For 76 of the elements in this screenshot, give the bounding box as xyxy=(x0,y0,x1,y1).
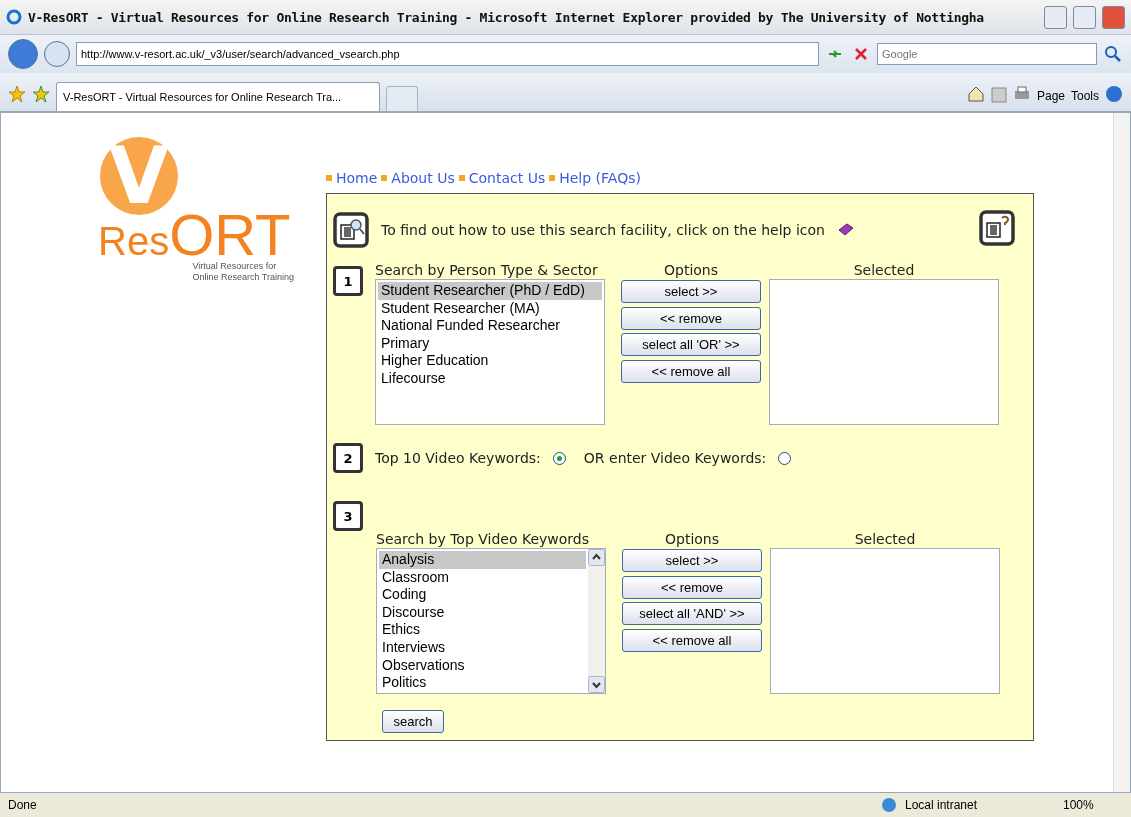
nav-link[interactable]: Contact Us xyxy=(468,170,546,186)
add-favorite-icon[interactable] xyxy=(32,85,50,103)
zoom-level[interactable]: 100% xyxy=(1063,798,1123,812)
logo-mark: V xyxy=(100,137,178,215)
nav-bullet xyxy=(549,175,556,181)
nav-link[interactable]: About Us xyxy=(391,170,455,186)
list-item[interactable]: Politics xyxy=(379,674,586,692)
list-item[interactable]: Classroom xyxy=(379,568,586,587)
search-icon[interactable] xyxy=(1103,44,1123,64)
favorites-icon[interactable] xyxy=(8,85,26,103)
list-item[interactable]: Lifecourse xyxy=(378,369,602,388)
list-item[interactable]: Coding xyxy=(379,586,586,604)
zone-text: Local intranet xyxy=(905,798,979,812)
step-number: 2 xyxy=(333,443,363,473)
selected-list[interactable] xyxy=(769,279,999,425)
option-button[interactable]: << remove xyxy=(622,575,762,599)
selected-list[interactable] xyxy=(770,548,1000,694)
option-button[interactable]: select all 'OR' >> xyxy=(621,333,761,356)
restore-button[interactable] xyxy=(1073,5,1096,29)
back-button[interactable] xyxy=(8,39,38,69)
nav-bullet xyxy=(458,175,465,181)
list-item[interactable]: Observations xyxy=(379,656,586,675)
radio-label: OR enter Video Keywords: xyxy=(583,450,767,466)
scrollbar[interactable] xyxy=(588,549,605,693)
step-number: 1 xyxy=(333,266,363,296)
toolbar-menu[interactable]: Page xyxy=(1036,89,1065,103)
list-item[interactable]: Student Researcher (PhD / EdD) xyxy=(378,282,602,300)
help-text: To find out how to use this search facility, click on the help icon xyxy=(381,222,825,238)
browser-icon xyxy=(6,9,22,25)
option-button[interactable]: << remove all xyxy=(622,628,762,652)
column-heading: Options xyxy=(664,262,718,278)
list-item[interactable]: Primary xyxy=(378,334,602,353)
video-search-icon[interactable] xyxy=(333,212,369,248)
radio-button[interactable] xyxy=(552,451,566,465)
option-button[interactable]: << remove xyxy=(621,306,761,330)
radio-button[interactable] xyxy=(778,451,792,465)
nav-bullet xyxy=(381,175,388,181)
window-title: V-ResORT - Virtual Resources for Online Research Training - Microsoft Internet Explorer provided by The University of Nottingha xyxy=(28,9,985,25)
column-heading: Options xyxy=(665,531,719,547)
nav-bullet xyxy=(326,175,332,181)
option-button[interactable]: select >> xyxy=(621,280,761,303)
option-button[interactable]: select all 'AND' >> xyxy=(622,602,762,625)
list-item[interactable]: National Funded Researcher xyxy=(378,317,602,335)
radio-label: Top 10 Video Keywords: xyxy=(375,450,541,466)
list-item[interactable]: Analysis xyxy=(379,551,586,569)
search-field[interactable]: Google xyxy=(877,43,1097,65)
nav-link[interactable]: Home xyxy=(336,170,378,186)
forward-button[interactable] xyxy=(44,41,70,67)
list-heading: Search by Person Type & Sector xyxy=(375,262,599,278)
list-item[interactable]: Student Researcher (MA) xyxy=(378,299,602,318)
list-heading: Search by Top Video Keywords xyxy=(376,531,590,547)
column-heading: Selected xyxy=(854,531,916,547)
address-field[interactable]: http://www.v-resort.ac.uk/_v3/user/search/advanced_vsearch.php xyxy=(76,42,819,66)
logo-tagline: Virtual Resources for Online Research Training xyxy=(192,261,294,283)
list-item[interactable]: Interviews xyxy=(379,638,586,657)
scroll-up-icon[interactable] xyxy=(588,549,605,566)
browser-tab[interactable]: V-ResORT - Virtual Resources for Online Research Tra... xyxy=(56,82,380,111)
minimize-button[interactable] xyxy=(1044,5,1067,29)
scroll-down-icon[interactable] xyxy=(588,676,605,693)
toolbar-menu[interactable]: Tools xyxy=(1071,89,1099,103)
status-text: Done xyxy=(8,798,38,812)
list-item[interactable]: Ethics xyxy=(379,621,586,639)
column-heading: Selected xyxy=(853,262,915,278)
list-box[interactable]: Analysis Classroom Coding Discourse Ethics Interviews Observations Politics xyxy=(376,548,606,694)
option-button[interactable]: select >> xyxy=(622,549,762,572)
list-item[interactable]: Higher Education xyxy=(378,352,602,370)
list-item[interactable]: Discourse xyxy=(379,603,586,622)
close-button[interactable] xyxy=(1102,5,1125,29)
nav-link[interactable]: Help (FAQs) xyxy=(559,170,641,186)
home-icon[interactable] xyxy=(966,85,985,103)
option-button[interactable]: << remove all xyxy=(621,359,761,383)
video-help-icon[interactable] xyxy=(979,210,1015,246)
list-box[interactable]: Student Researcher (PhD / EdD) Student Researcher (MA) National Funded Researcher Primary Higher Education Lifecourse xyxy=(375,279,605,425)
search-button[interactable]: search xyxy=(382,710,444,733)
step-number: 3 xyxy=(333,501,363,531)
scrollbar[interactable] xyxy=(1113,113,1130,792)
